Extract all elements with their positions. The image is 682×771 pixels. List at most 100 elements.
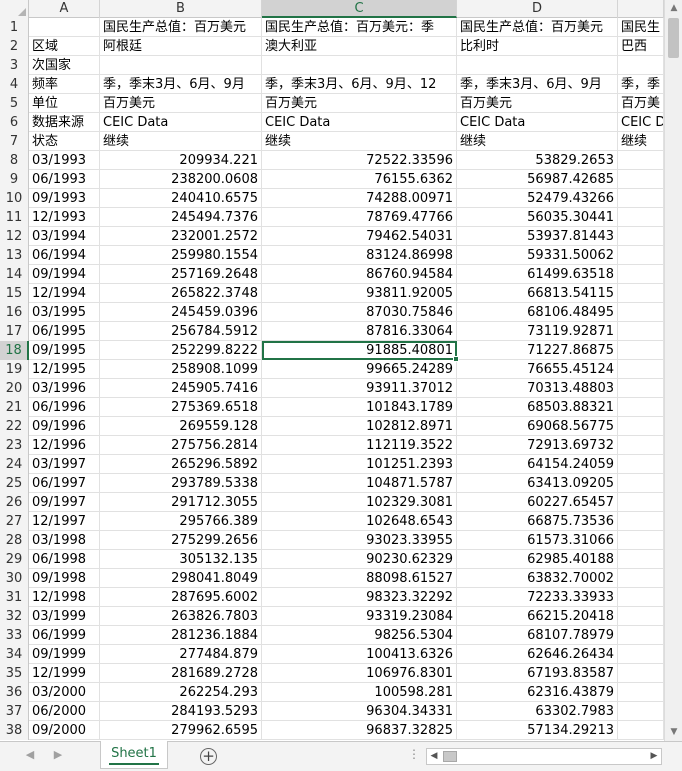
cell-a25[interactable]: 06/1997 [29,474,100,493]
cell-b11[interactable]: 245494.7376 [100,208,262,227]
row-header[interactable]: 36 [0,683,29,702]
cell-a32[interactable]: 03/1999 [29,607,100,626]
row-header[interactable]: 9 [0,170,29,189]
scroll-left-icon[interactable]: ◀ [427,749,441,764]
column-header-c[interactable]: C [262,0,457,18]
cell-b35[interactable]: 281689.2728 [100,664,262,683]
cell-e3[interactable] [618,56,664,75]
row-header[interactable]: 33 [0,626,29,645]
cell-c11[interactable]: 78769.47766 [262,208,457,227]
cell-b6[interactable]: CEIC Data [100,113,262,132]
cell-b1[interactable]: 国民生产总值：百万美元 [100,18,262,37]
cell-b21[interactable]: 275369.6518 [100,398,262,417]
cell-d19[interactable]: 76655.45124 [457,360,618,379]
cell-a8[interactable]: 03/1993 [29,151,100,170]
column-header-d[interactable]: D [457,0,618,18]
cell-b37[interactable]: 284193.5293 [100,702,262,721]
row-header[interactable]: 7 [0,132,29,151]
cell-e32[interactable] [618,607,664,626]
cell-c16[interactable]: 87030.75846 [262,303,457,322]
cell-b23[interactable]: 275756.2814 [100,436,262,455]
cell-e22[interactable] [618,417,664,436]
cell-c1[interactable]: 国民生产总值：百万美元：季 [262,18,457,37]
cell-e12[interactable] [618,227,664,246]
vertical-scroll-thumb[interactable] [668,18,679,58]
cell-a18[interactable]: 09/1995 [29,341,100,360]
cell-a29[interactable]: 06/1998 [29,550,100,569]
cell-b16[interactable]: 245459.0396 [100,303,262,322]
cell-a14[interactable]: 09/1994 [29,265,100,284]
cell-a20[interactable]: 03/1996 [29,379,100,398]
cell-e17[interactable] [618,322,664,341]
cell-b22[interactable]: 269559.128 [100,417,262,436]
row-header[interactable]: 21 [0,398,29,417]
cell-d8[interactable]: 53829.2653 [457,151,618,170]
cell-a5[interactable]: 单位 [29,94,100,113]
cell-a23[interactable]: 12/1996 [29,436,100,455]
row-header[interactable]: 30 [0,569,29,588]
cell-d28[interactable]: 61573.31066 [457,531,618,550]
cell-e31[interactable] [618,588,664,607]
cell-b29[interactable]: 305132.135 [100,550,262,569]
cell-c15[interactable]: 93811.92005 [262,284,457,303]
cell-c21[interactable]: 101843.1789 [262,398,457,417]
cell-d4[interactable]: 季，季末3月、6月、9月 [457,75,618,94]
cell-e38[interactable] [618,721,664,740]
cell-c12[interactable]: 79462.54031 [262,227,457,246]
cell-d17[interactable]: 73119.92871 [457,322,618,341]
cell-e28[interactable] [618,531,664,550]
add-sheet-icon[interactable]: + [200,748,217,765]
cell-a13[interactable]: 06/1994 [29,246,100,265]
column-header-b[interactable]: B [100,0,262,18]
row-header[interactable]: 20 [0,379,29,398]
cell-d26[interactable]: 60227.65457 [457,493,618,512]
cell-b18[interactable]: 252299.8222 [100,341,262,360]
cell-d30[interactable]: 63832.70002 [457,569,618,588]
select-all-corner[interactable] [0,0,29,18]
cell-e8[interactable] [618,151,664,170]
cell-b14[interactable]: 257169.2648 [100,265,262,284]
row-header[interactable]: 18 [0,341,29,360]
cell-e19[interactable] [618,360,664,379]
cell-c29[interactable]: 90230.62329 [262,550,457,569]
cell-d3[interactable] [457,56,618,75]
cell-a38[interactable]: 09/2000 [29,721,100,740]
cell-c7[interactable]: 继续 [262,132,457,151]
cell-a2[interactable]: 区域 [29,37,100,56]
cell-d16[interactable]: 68106.48495 [457,303,618,322]
cell-b10[interactable]: 240410.6575 [100,189,262,208]
cell-a1[interactable] [29,18,100,37]
cell-a31[interactable]: 12/1998 [29,588,100,607]
cell-a12[interactable]: 03/1994 [29,227,100,246]
cell-b27[interactable]: 295766.389 [100,512,262,531]
cell-b4[interactable]: 季，季末3月、6月、9月 [100,75,262,94]
cell-e15[interactable] [618,284,664,303]
cell-c30[interactable]: 88098.61527 [262,569,457,588]
scroll-right-icon[interactable]: ▶ [647,749,661,764]
scroll-down-icon[interactable]: ▼ [665,724,682,741]
cell-b31[interactable]: 287695.6002 [100,588,262,607]
cell-b30[interactable]: 298041.8049 [100,569,262,588]
row-header[interactable]: 15 [0,284,29,303]
row-header[interactable]: 2 [0,37,29,56]
cell-d35[interactable]: 67193.83587 [457,664,618,683]
cell-a9[interactable]: 06/1993 [29,170,100,189]
row-header[interactable]: 38 [0,721,29,740]
cell-d5[interactable]: 百万美元 [457,94,618,113]
cell-d9[interactable]: 56987.42685 [457,170,618,189]
cell-c18[interactable]: 91885.40801 [262,341,457,360]
cell-c9[interactable]: 76155.6362 [262,170,457,189]
cell-c34[interactable]: 100413.6326 [262,645,457,664]
scroll-up-icon[interactable]: ▲ [665,0,682,17]
row-header[interactable]: 31 [0,588,29,607]
row-header[interactable]: 35 [0,664,29,683]
cell-e18[interactable] [618,341,664,360]
cell-d38[interactable]: 57134.29213 [457,721,618,740]
cell-d37[interactable]: 63302.7983 [457,702,618,721]
cell-c37[interactable]: 96304.34331 [262,702,457,721]
cell-e10[interactable] [618,189,664,208]
cell-e1[interactable]: 国民生 [618,18,664,37]
cell-a4[interactable]: 频率 [29,75,100,94]
cell-b32[interactable]: 263826.7803 [100,607,262,626]
prev-sheet-icon[interactable]: ◀ [22,748,38,761]
